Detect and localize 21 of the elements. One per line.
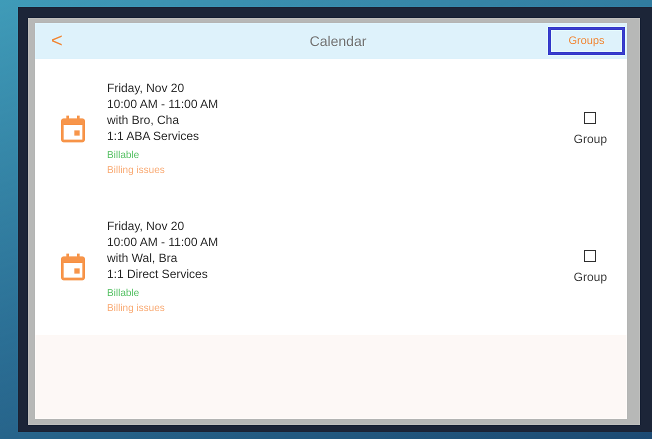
appointment-row[interactable]: Friday, Nov 20 10:00 AM - 11:00 AM with Bro, Cha 1:1 ABA Services Billable Billing issues Group [35,59,627,197]
groups-button[interactable]: Groups [548,27,625,55]
group-checkbox[interactable] [584,112,596,124]
appointment-time: 10:00 AM - 11:00 AM [107,234,220,250]
back-button[interactable]: < [51,30,63,52]
appointment-date: Friday, Nov 20 [107,218,186,234]
appointment-service: 1:1 ABA Services [107,128,200,144]
appointment-date: Friday, Nov 20 [107,80,186,96]
appointment-client: with Wal, Bra [107,250,178,266]
billing-issues-link[interactable]: Billing issues [107,163,574,178]
appointment-service: 1:1 Direct Services [107,266,209,282]
group-label: Group [574,270,607,284]
group-label: Group [574,132,607,146]
appointment-time: 10:00 AM - 11:00 AM [107,96,220,112]
screen-title: Calendar [310,33,366,49]
billable-status: Billable [107,287,140,301]
billable-status: Billable [107,149,140,163]
appointment-client: with Bro, Cha [107,112,180,128]
group-checkbox[interactable] [584,250,596,262]
billing-issues-link[interactable]: Billing issues [107,301,574,316]
appointment-row[interactable]: Friday, Nov 20 10:00 AM - 11:00 AM with Wal, Bra 1:1 Direct Services Billable Billing issues Group [35,197,627,335]
